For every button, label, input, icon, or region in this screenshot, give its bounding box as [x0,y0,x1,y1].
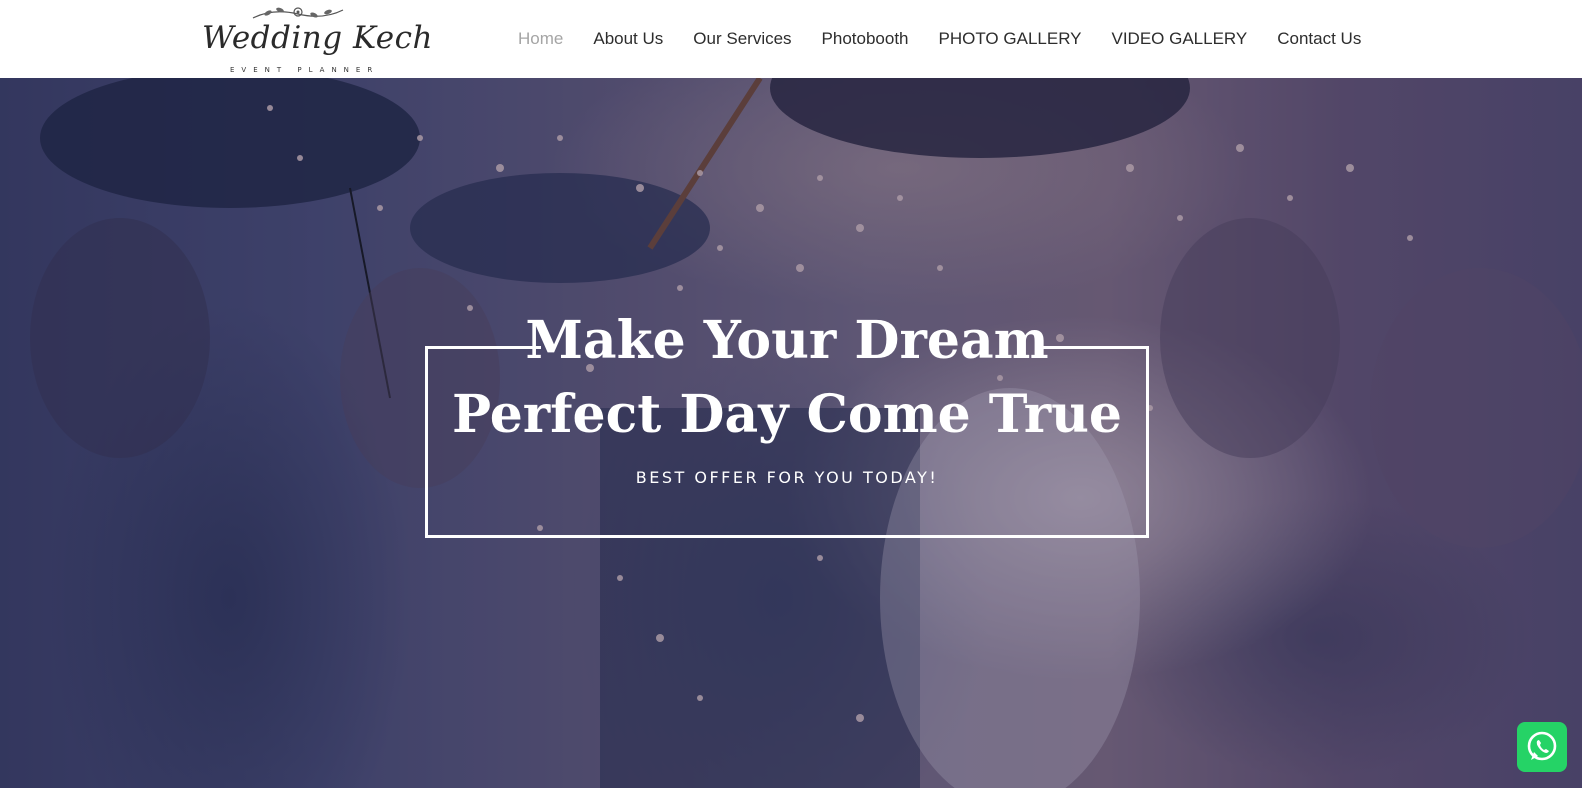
nav-our-services[interactable]: Our Services [678,29,806,49]
whatsapp-icon [1527,731,1557,761]
logo-wordmark: Wedding Kech [202,20,433,56]
hero-subtitle: BEST OFFER FOR YOU TODAY! [635,468,939,487]
hero-title: Make Your Dream Perfect Day Come True [425,304,1149,452]
nav-photo-gallery[interactable]: PHOTO GALLERY [924,29,1097,49]
main-nav: Home About Us Our Services Photobooth PH… [503,0,1376,78]
logo-subtitle: EVENT PLANNER [230,66,380,74]
site-header: Wedding Kech EVENT PLANNER Home About Us… [0,0,1582,78]
nav-photobooth[interactable]: Photobooth [807,29,924,49]
nav-contact-us[interactable]: Contact Us [1262,29,1376,49]
nav-video-gallery[interactable]: VIDEO GALLERY [1097,29,1263,49]
hero-banner: Make Your Dream Perfect Day Come True BE… [0,78,1582,788]
hero-title-line2: Perfect Day Come True [451,384,1122,445]
whatsapp-chat-button[interactable] [1517,722,1567,772]
nav-about-us[interactable]: About Us [578,29,678,49]
hero-title-line1: Make Your Dream [525,310,1049,371]
nav-home[interactable]: Home [503,29,578,49]
site-logo[interactable]: Wedding Kech EVENT PLANNER [202,4,433,76]
